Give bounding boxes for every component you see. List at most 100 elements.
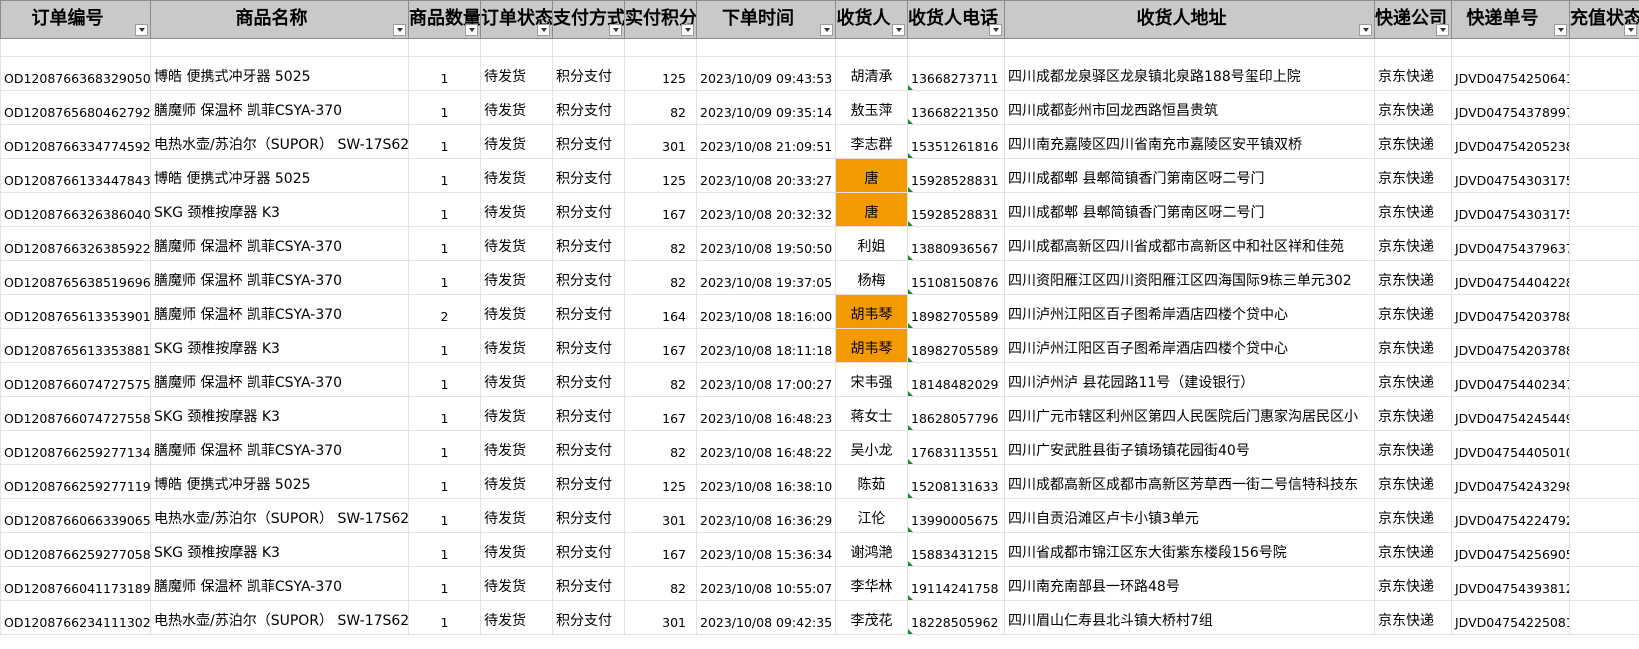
cell-courier[interactable]: 京东快递 (1374, 430, 1452, 465)
cell-recipient-address[interactable]: 四川成都郫 县郫简镇香门第南区呀二号门 (1004, 158, 1375, 193)
cell-recipient-address[interactable]: 四川广安武胜县街子镇场镇花园街40号 (1004, 430, 1375, 465)
cell-order-time[interactable]: 2023/10/08 15:36:34 (696, 532, 836, 567)
cell-payment-method[interactable]: 积分支付 (552, 260, 625, 295)
cell-product-name[interactable]: 膳魔师 保温杯 凯菲CSYA-370 (150, 362, 409, 397)
cell-recipient-phone[interactable]: 13880936567 (907, 226, 1005, 261)
header-order-id[interactable]: 订单编号 (0, 0, 151, 39)
cell-points-paid[interactable]: 82 (624, 90, 697, 125)
cell-blank[interactable] (835, 38, 908, 57)
cell-order-status[interactable]: 待发货 (480, 90, 553, 125)
cell-recipient-phone[interactable]: 13990005675 (907, 498, 1005, 533)
cell-quantity[interactable]: 1 (408, 430, 481, 465)
cell-courier[interactable]: 京东快递 (1374, 498, 1452, 533)
cell-courier[interactable]: 京东快递 (1374, 192, 1452, 227)
cell-recharge-status[interactable] (1569, 90, 1639, 125)
cell-tracking-number[interactable]: JDVD04754402347 (1451, 362, 1570, 397)
cell-recharge-status[interactable] (1569, 498, 1639, 533)
cell-recipient-phone[interactable]: 15883431215 (907, 532, 1005, 567)
filter-dropdown-icon[interactable] (989, 24, 1002, 36)
cell-quantity[interactable]: 1 (408, 566, 481, 601)
cell-tracking-number[interactable]: JDVD04754303175 (1451, 192, 1570, 227)
cell-order-id[interactable]: OD1208766074727575 (0, 362, 151, 397)
cell-order-id[interactable]: OD1208766066339065 (0, 498, 151, 533)
cell-order-id[interactable]: OD1208766259277134 (0, 430, 151, 465)
cell-recipient[interactable]: 唐 (835, 192, 908, 227)
cell-order-time[interactable]: 2023/10/08 19:37:05 (696, 260, 836, 295)
filter-dropdown-icon[interactable] (1554, 24, 1567, 36)
cell-payment-method[interactable]: 积分支付 (552, 124, 625, 159)
cell-order-time[interactable]: 2023/10/08 10:55:07 (696, 566, 836, 601)
cell-order-status[interactable]: 待发货 (480, 464, 553, 499)
cell-payment-method[interactable]: 积分支付 (552, 90, 625, 125)
cell-quantity[interactable]: 1 (408, 158, 481, 193)
cell-tracking-number[interactable]: JDVD04754243298 (1451, 464, 1570, 499)
cell-order-time[interactable]: 2023/10/08 17:00:27 (696, 362, 836, 397)
filter-dropdown-icon[interactable] (1359, 24, 1372, 36)
table-row[interactable]: OD1208766259277134 膳魔师 保温杯 凯菲CSYA-370 1 待发货… (0, 430, 1639, 465)
cell-recharge-status[interactable] (1569, 464, 1639, 499)
cell-tracking-number[interactable]: JDVD04754225081 (1451, 600, 1570, 635)
table-row[interactable]: OD1208765680462792 膳魔师 保温杯 凯菲CSYA-370 1 待发货… (0, 90, 1639, 125)
cell-quantity[interactable]: 1 (408, 396, 481, 431)
cell-points-paid[interactable]: 167 (624, 328, 697, 363)
cell-payment-method[interactable]: 积分支付 (552, 56, 625, 91)
cell-points-paid[interactable]: 82 (624, 362, 697, 397)
table-row[interactable]: OD1208766234111302 电热水壶/苏泊尔（SUPOR） SW-17S… (0, 600, 1639, 635)
cell-courier[interactable]: 京东快递 (1374, 158, 1452, 193)
cell-blank[interactable] (408, 38, 481, 57)
cell-order-id[interactable]: OD1208766234111302 (0, 600, 151, 635)
cell-order-id[interactable]: OD1208766074727558 (0, 396, 151, 431)
cell-order-id[interactable]: OD1208765613353881 (0, 328, 151, 363)
cell-order-status[interactable]: 待发货 (480, 532, 553, 567)
cell-recipient[interactable]: 利姐 (835, 226, 908, 261)
cell-order-id[interactable]: OD1208766334774592 (0, 124, 151, 159)
cell-quantity[interactable]: 1 (408, 226, 481, 261)
cell-recipient-phone[interactable]: 13668273711 (907, 56, 1005, 91)
cell-product-name[interactable]: 电热水壶/苏泊尔（SUPOR） SW-17S62A (150, 124, 409, 159)
cell-points-paid[interactable]: 167 (624, 396, 697, 431)
header-recipient[interactable]: 收货人 (835, 0, 908, 39)
cell-recipient[interactable]: 陈茹 (835, 464, 908, 499)
cell-order-status[interactable]: 待发货 (480, 294, 553, 329)
cell-order-time[interactable]: 2023/10/08 16:48:22 (696, 430, 836, 465)
cell-courier[interactable]: 京东快递 (1374, 294, 1452, 329)
cell-quantity[interactable]: 2 (408, 294, 481, 329)
cell-recipient-phone[interactable]: 18628057796 (907, 396, 1005, 431)
cell-recipient-phone[interactable]: 18982705589 (907, 294, 1005, 329)
cell-payment-method[interactable]: 积分支付 (552, 294, 625, 329)
header-tracking-number[interactable]: 快递单号 (1451, 0, 1570, 39)
table-row[interactable]: OD1208766074727575 膳魔师 保温杯 凯菲CSYA-370 1 待发货… (0, 362, 1639, 397)
cell-blank[interactable] (1374, 38, 1452, 57)
cell-points-paid[interactable]: 82 (624, 226, 697, 261)
cell-courier[interactable]: 京东快递 (1374, 396, 1452, 431)
cell-points-paid[interactable]: 164 (624, 294, 697, 329)
cell-recipient-address[interactable]: 四川南充南部县一环路48号 (1004, 566, 1375, 601)
cell-courier[interactable]: 京东快递 (1374, 260, 1452, 295)
cell-blank[interactable] (552, 38, 625, 57)
cell-recipient-address[interactable]: 四川南充嘉陵区四川省南充市嘉陵区安平镇双桥 (1004, 124, 1375, 159)
filter-dropdown-icon[interactable] (135, 24, 148, 36)
cell-recharge-status[interactable] (1569, 158, 1639, 193)
cell-quantity[interactable]: 1 (408, 464, 481, 499)
cell-order-time[interactable]: 2023/10/09 09:35:14 (696, 90, 836, 125)
cell-recipient-phone[interactable]: 13668221350 (907, 90, 1005, 125)
header-order-status[interactable]: 订单状态 (480, 0, 553, 39)
cell-recharge-status[interactable] (1569, 294, 1639, 329)
cell-tracking-number[interactable]: JDVD04754256905 (1451, 532, 1570, 567)
header-points-paid[interactable]: 实付积分 (624, 0, 697, 39)
cell-payment-method[interactable]: 积分支付 (552, 328, 625, 363)
cell-quantity[interactable]: 1 (408, 328, 481, 363)
cell-recharge-status[interactable] (1569, 600, 1639, 635)
cell-product-name[interactable]: 膳魔师 保温杯 凯菲CSYA-370 (150, 90, 409, 125)
cell-recipient-address[interactable]: 四川成都高新区成都市高新区芳草西一街二号信特科技东 (1004, 464, 1375, 499)
cell-points-paid[interactable]: 301 (624, 498, 697, 533)
table-row[interactable]: OD1208766066339065 电热水壶/苏泊尔（SUPOR） SW-17S… (0, 498, 1639, 533)
cell-order-status[interactable]: 待发货 (480, 396, 553, 431)
cell-recipient-address[interactable]: 四川泸州江阳区百子图希岸酒店四楼个贷中心 (1004, 294, 1375, 329)
cell-recharge-status[interactable] (1569, 226, 1639, 261)
cell-courier[interactable]: 京东快递 (1374, 328, 1452, 363)
cell-order-time[interactable]: 2023/10/08 20:32:32 (696, 192, 836, 227)
header-quantity[interactable]: 商品数量 (408, 0, 481, 39)
cell-order-id[interactable]: OD1208766133447843 (0, 158, 151, 193)
cell-order-time[interactable]: 2023/10/08 19:50:50 (696, 226, 836, 261)
